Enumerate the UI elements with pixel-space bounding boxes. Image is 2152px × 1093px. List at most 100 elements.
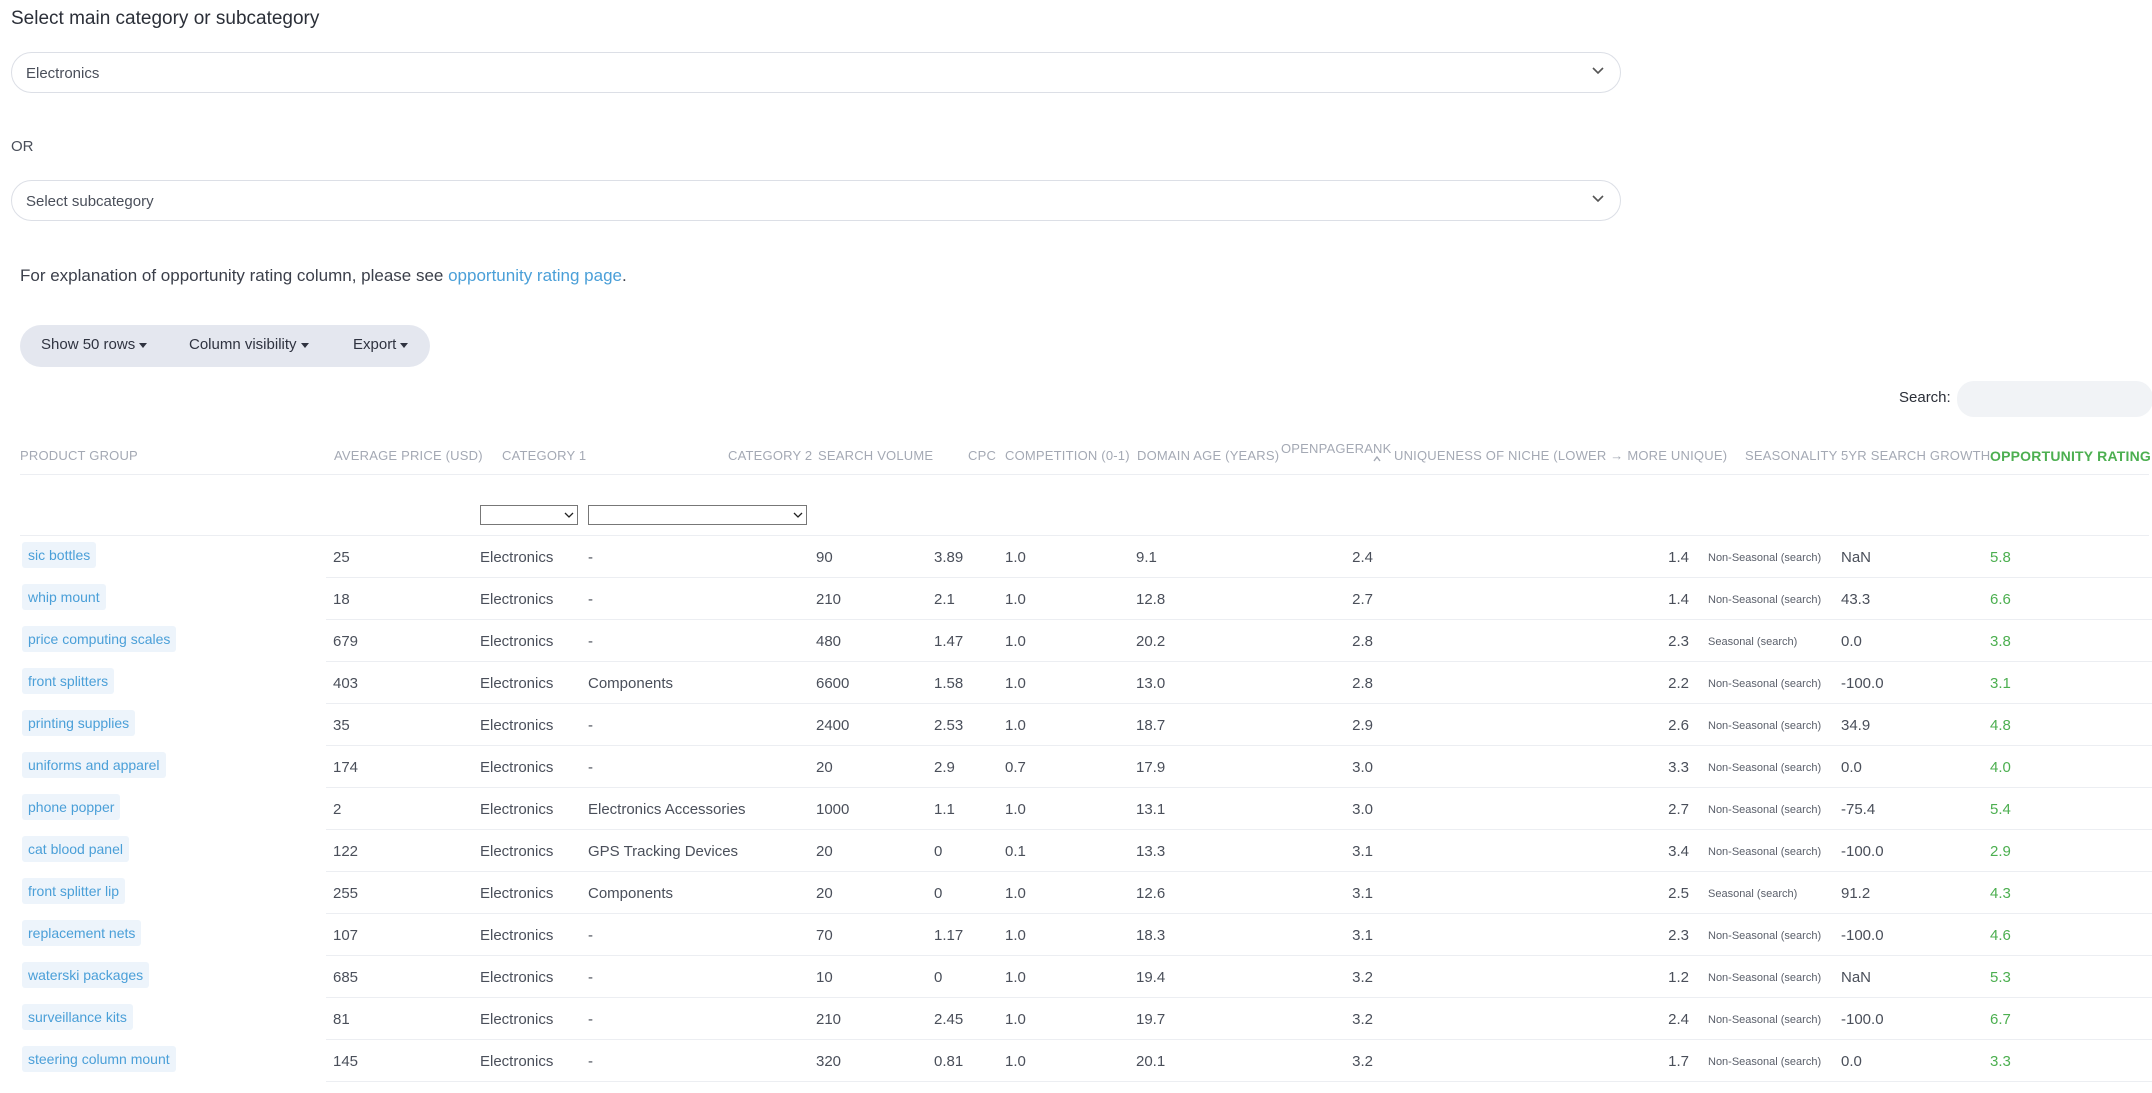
table-row: replacement nets 107 Electronics - 70 1.17 1.0…: [0, 914, 2152, 956]
seasonality-cell: Non-Seasonal (search): [1708, 720, 1822, 732]
domain-age-cell: 20.2: [1136, 633, 1166, 650]
search-volume-cell: 480: [816, 633, 842, 650]
search-label: Search:: [1899, 389, 1951, 406]
product-group-link[interactable]: surveillance kits: [22, 1004, 133, 1030]
growth-cell: NaN: [1841, 969, 1872, 986]
competition-cell: 0.1: [1005, 843, 1026, 860]
growth-cell: 0.0: [1841, 633, 1862, 650]
subcategory-value: Select subcategory: [26, 193, 154, 210]
header-domain-age[interactable]: DOMAIN AGE (YEARS): [1137, 448, 1279, 463]
search-input[interactable]: [1957, 381, 2152, 417]
search-volume-cell: 6600: [816, 675, 850, 692]
search-volume-cell: 10: [816, 969, 833, 986]
subcategory-select[interactable]: Select subcategory: [11, 180, 1621, 221]
seasonality-cell: Seasonal (search): [1708, 636, 1798, 648]
uniqueness-cell: 2.4: [1668, 1011, 1689, 1028]
header-openpagerank[interactable]: OPENPAGERANK: [1281, 441, 1392, 456]
opportunity-rating-link[interactable]: opportunity rating page: [448, 266, 622, 285]
opportunity-rating-cell: 3.3: [1990, 1053, 2011, 1070]
product-group-link[interactable]: phone popper: [22, 794, 121, 820]
category1-cell: Electronics: [480, 1011, 554, 1028]
cpc-cell: 2.45: [934, 1011, 964, 1028]
competition-cell: 0.7: [1005, 759, 1026, 776]
search-volume-cell: 1000: [816, 801, 850, 818]
table-row: price computing scales 679 Electronics - 480…: [0, 620, 2152, 662]
category1-cell: Electronics: [480, 927, 554, 944]
header-seasonality[interactable]: SEASONALITY: [1745, 448, 1838, 463]
category1-cell: Electronics: [480, 633, 554, 650]
product-group-link[interactable]: front splitters: [22, 668, 115, 694]
main-category-select[interactable]: Electronics: [11, 52, 1621, 93]
uniqueness-cell: 2.7: [1668, 801, 1689, 818]
category2-filter-select[interactable]: [588, 505, 807, 525]
openpagerank-cell: 2.8: [1352, 633, 1373, 650]
header-competition[interactable]: COMPETITION (0-1): [1005, 448, 1130, 463]
header-cpc[interactable]: CPC: [968, 448, 996, 463]
uniqueness-cell: 3.3: [1668, 759, 1689, 776]
cpc-cell: 1.47: [934, 633, 964, 650]
header-uniqueness[interactable]: UNIQUENESS OF NICHE (LOWER → MORE UNIQUE…: [1394, 448, 1727, 463]
growth-cell: 34.9: [1841, 717, 1871, 734]
header-opportunity-rating[interactable]: OPPORTUNITY RATING: [1990, 448, 2151, 464]
product-group-link[interactable]: steering column mount: [22, 1046, 176, 1072]
competition-cell: 1.0: [1005, 801, 1026, 818]
header-category2[interactable]: CATEGORY 2: [728, 448, 812, 463]
product-group-link[interactable]: cat blood panel: [22, 836, 129, 862]
cpc-cell: 0.81: [934, 1053, 964, 1070]
product-group-link[interactable]: whip mount: [22, 584, 106, 610]
product-group-link[interactable]: uniforms and apparel: [22, 752, 166, 778]
growth-cell: 0.0: [1841, 759, 1862, 776]
openpagerank-cell: 3.1: [1352, 843, 1373, 860]
category1-cell: Electronics: [480, 843, 554, 860]
openpagerank-cell: 3.1: [1352, 927, 1373, 944]
rating-explanation: For explanation of opportunity rating co…: [20, 266, 627, 286]
product-group-link[interactable]: front splitter lip: [22, 878, 126, 904]
openpagerank-cell: 3.2: [1352, 969, 1373, 986]
product-group-link[interactable]: waterski packages: [22, 962, 150, 988]
seasonality-cell: Non-Seasonal (search): [1708, 762, 1822, 774]
cpc-cell: 0: [934, 969, 943, 986]
category2-cell: Electronics Accessories: [588, 801, 746, 818]
domain-age-cell: 13.0: [1136, 675, 1166, 692]
row-divider: [326, 1081, 2152, 1082]
cpc-cell: 0: [934, 843, 943, 860]
header-search-volume[interactable]: SEARCH VOLUME: [818, 448, 933, 463]
domain-age-cell: 19.7: [1136, 1011, 1166, 1028]
product-group-link[interactable]: printing supplies: [22, 710, 136, 736]
search-volume-cell: 20: [816, 759, 833, 776]
product-group-link[interactable]: sic bottles: [22, 542, 97, 568]
competition-cell: 1.0: [1005, 1011, 1026, 1028]
uniqueness-cell: 2.5: [1668, 885, 1689, 902]
growth-cell: -100.0: [1841, 927, 1884, 944]
opportunity-rating-cell: 6.7: [1990, 1011, 2011, 1028]
column-visibility-button[interactable]: Column visibility: [189, 336, 309, 353]
export-button[interactable]: Export: [353, 336, 409, 353]
seasonality-cell: Non-Seasonal (search): [1708, 678, 1822, 690]
header-category1[interactable]: CATEGORY 1: [502, 448, 586, 463]
uniqueness-cell: 1.4: [1668, 549, 1689, 566]
cpc-cell: 2.53: [934, 717, 964, 734]
seasonality-cell: Non-Seasonal (search): [1708, 846, 1822, 858]
category1-cell: Electronics: [480, 717, 554, 734]
product-group-link[interactable]: price computing scales: [22, 626, 177, 652]
product-group-link[interactable]: replacement nets: [22, 920, 142, 946]
domain-age-cell: 12.8: [1136, 591, 1166, 608]
domain-age-cell: 9.1: [1136, 549, 1157, 566]
uniqueness-cell: 3.4: [1668, 843, 1689, 860]
openpagerank-cell: 2.9: [1352, 717, 1373, 734]
domain-age-cell: 17.9: [1136, 759, 1166, 776]
opportunity-rating-cell: 5.3: [1990, 969, 2011, 986]
table-row: cat blood panel 122 Electronics GPS Trackin…: [0, 830, 2152, 872]
table-row: front splitter lip 255 Electronics Componen…: [0, 872, 2152, 914]
header-product-group[interactable]: PRODUCT GROUP: [20, 448, 138, 463]
table-row: waterski packages 685 Electronics - 10 0 1.0 19…: [0, 956, 2152, 998]
show-rows-button[interactable]: Show 50 rows: [41, 336, 148, 353]
caret-down-icon: [139, 342, 148, 348]
category1-filter-select[interactable]: [480, 505, 578, 525]
header-average-price[interactable]: AVERAGE PRICE (USD): [334, 448, 483, 463]
table-toolbar: Show 50 rows Column visibility Export: [20, 325, 430, 367]
caret-down-icon: [300, 342, 309, 348]
opportunity-rating-cell: 4.6: [1990, 927, 2011, 944]
header-growth[interactable]: 5YR SEARCH GROWTH: [1841, 448, 1990, 463]
domain-age-cell: 20.1: [1136, 1053, 1166, 1070]
